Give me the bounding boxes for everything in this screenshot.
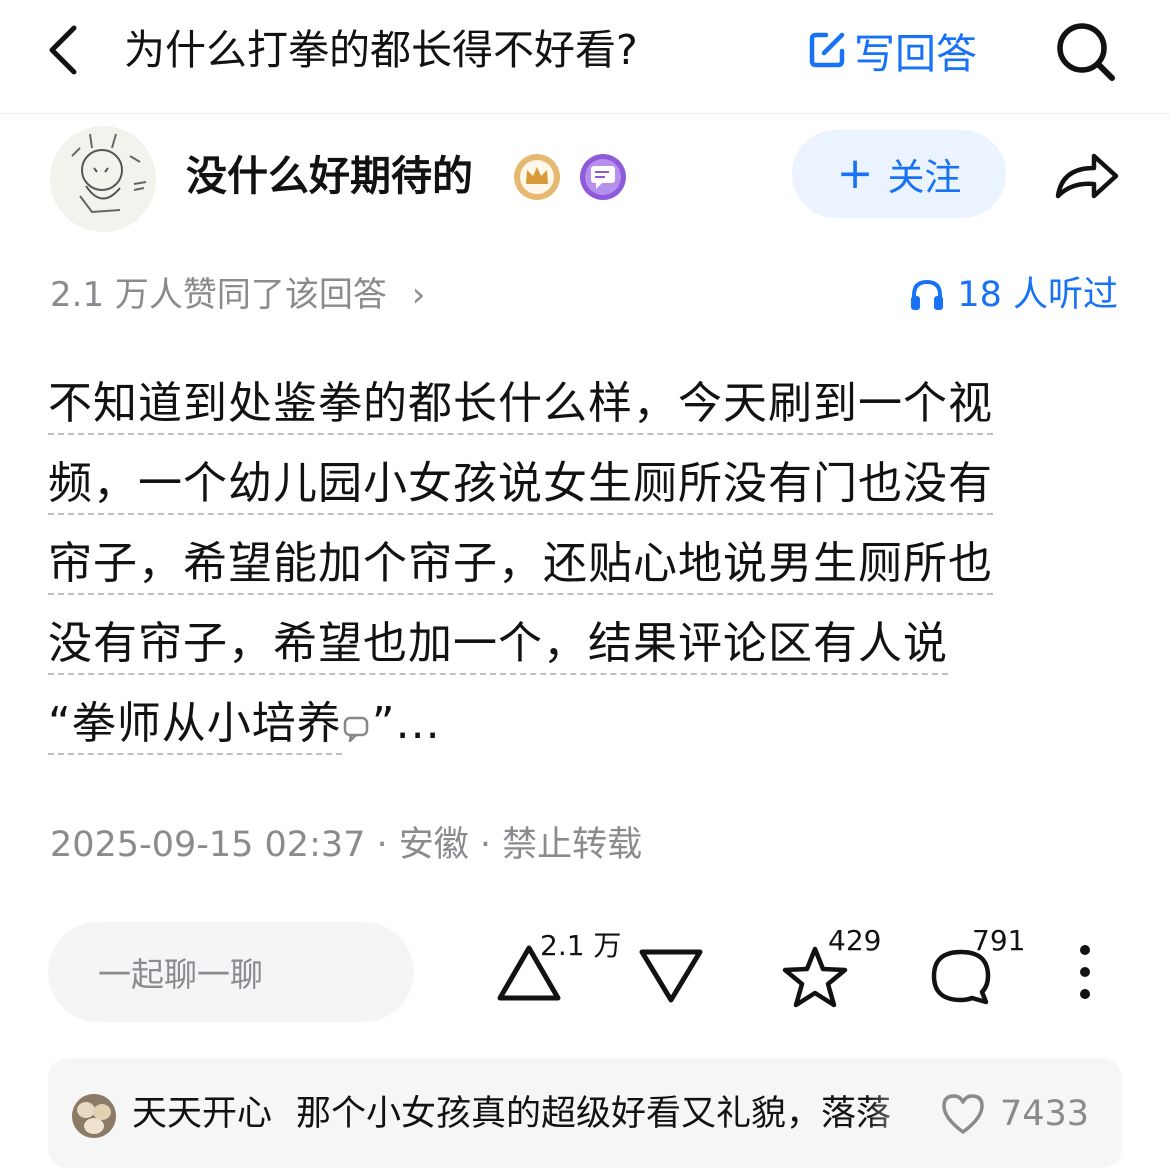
question-title[interactable]: 为什么打拳的都长得不好看? [124,20,638,80]
content-line: 不知道到处鉴拳的都长什么样，今天刷到一个视 [48,364,1122,444]
answer-content[interactable]: 不知道到处鉴拳的都长什么样，今天刷到一个视 频，一个幼儿园小女孩说女生厕所没有门… [48,364,1122,764]
comment-like-count: 7433 [1000,1094,1090,1134]
chevron-right-icon: › [411,275,426,315]
search-icon [1057,23,1115,81]
comment-text: 那个小女孩真的超级好看又礼貌，落落 [296,1094,892,1134]
comment-bubble-icon[interactable] [342,712,372,742]
plus-icon: + [836,148,874,199]
chat-badge-icon[interactable] [578,152,628,202]
share-button[interactable] [1052,146,1122,206]
listen-button[interactable]: 18 人听过 [909,268,1118,322]
listen-count: 18 人听过 [957,275,1118,315]
more-vertical-icon [1080,945,1090,999]
author-avatar[interactable] [50,126,156,232]
write-answer-label: 写回答 [854,30,977,78]
content-line: 没有帘子，希望也加一个，结果评论区有人说 [48,604,1122,684]
comment-input[interactable]: 一起聊一聊 [48,922,414,1022]
upvote-count: 2.1 万 [540,929,622,962]
comment-count: 791 [972,924,1026,957]
commenter-name[interactable]: 天天开心 [132,1088,272,1140]
agree-count[interactable]: 2.1 万人赞同了该回答 › [50,268,425,322]
eggs-avatar-icon [72,1094,116,1138]
hot-comment-preview[interactable]: 天天开心 那个小女孩真的超级好看又礼貌，落落 7433 [48,1058,1122,1168]
chevron-left-icon [49,25,77,75]
content-line: “拳师从小培养”... [48,684,1122,764]
downvote-button[interactable] [636,946,706,1006]
answer-meta: 2025-09-15 02:37 · 安徽 · 禁止转载 [50,825,643,865]
write-answer-button[interactable]: 写回答 [806,22,977,78]
search-button[interactable] [1054,20,1118,84]
follow-button[interactable]: + 关注 [792,130,1006,218]
top-bar: 为什么打拳的都长得不好看? 写回答 [0,0,1170,114]
edit-icon [809,32,845,68]
comment-like-button[interactable] [940,1092,986,1136]
favorite-count: 429 [828,924,882,957]
agree-text: 2.1 万人赞同了该回答 [50,275,387,315]
action-bar: 一起聊一聊 2.1 万 429 791 [0,922,1170,1022]
content-line: 帘子，希望能加个帘子，还贴心地说男生厕所也 [48,524,1122,604]
triangle-down-icon [639,949,703,1003]
text-fade [866,1082,936,1146]
back-button[interactable] [40,22,90,78]
author-name[interactable]: 没什么好期待的 [186,148,473,204]
content-line: 频，一个幼儿园小女孩说女生厕所没有门也没有 [48,444,1122,524]
commenter-avatar[interactable] [72,1094,116,1138]
headphones-icon [911,279,944,310]
crown-badge-icon[interactable] [512,152,562,202]
follow-label: 关注 [887,156,962,199]
author-row: 没什么好期待的 + 关注 [0,116,1170,236]
doodle-avatar-icon [50,126,156,232]
content-ellipsis: ”... [371,698,441,749]
heart-icon [942,1094,984,1134]
stats-row: 2.1 万人赞同了该回答 › 18 人听过 [0,268,1170,324]
more-button[interactable] [1070,942,1100,1002]
share-arrow-icon [1055,153,1119,199]
